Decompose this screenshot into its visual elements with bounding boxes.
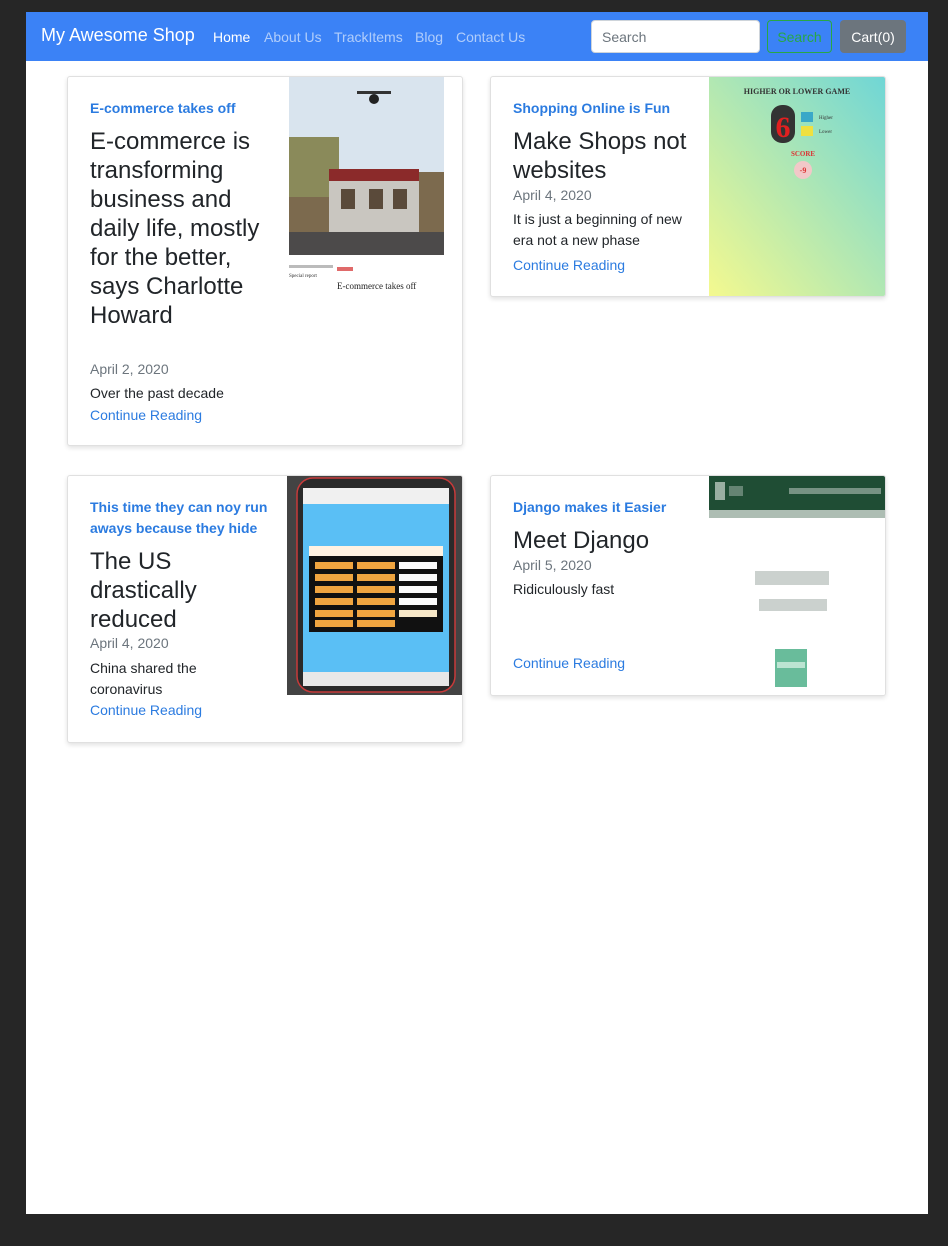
- nav-about-us[interactable]: About Us: [264, 29, 322, 45]
- post-title: E-commerce is transforming business and …: [90, 128, 260, 329]
- post-thumbnail: [709, 476, 885, 695]
- game-score: -9: [800, 166, 807, 175]
- post-excerpt: It is just a beginning of new era not a …: [513, 211, 682, 248]
- post-category: This time they can noy run aways because…: [90, 499, 268, 536]
- nav-home[interactable]: Home: [213, 29, 250, 45]
- game-digit: 6: [776, 111, 791, 144]
- post-card: This time they can noy run aways because…: [67, 475, 463, 743]
- post-title: The US drastically reduced: [90, 548, 197, 633]
- post-thumbnail: HIGHER OR LOWER GAME 6 Higher Lower SCOR…: [709, 77, 885, 296]
- post-date: April 2, 2020: [90, 361, 169, 377]
- post-excerpt: Over the past decade: [90, 385, 224, 401]
- game-lower-label: Lower: [819, 130, 832, 135]
- brand-logo[interactable]: My Awesome Shop: [41, 25, 195, 46]
- game-higher-label: Higher: [819, 116, 833, 121]
- search-button[interactable]: Search: [767, 20, 832, 53]
- post-date: April 5, 2020: [513, 557, 592, 573]
- post-excerpt: Ridiculously fast: [513, 581, 615, 597]
- thumbnail-caption: E-commerce takes off: [337, 281, 416, 291]
- post-date: April 4, 2020: [90, 635, 169, 651]
- game-score-label: SCORE: [791, 150, 815, 158]
- post-date: April 4, 2020: [513, 187, 592, 203]
- post-category: Shopping Online is Fun: [513, 100, 671, 116]
- post-category: Django makes it Easier: [513, 499, 667, 515]
- cart-button[interactable]: Cart(0): [840, 20, 906, 53]
- post-card: Shopping Online is Fun Make Shops not we…: [490, 76, 886, 297]
- search-input[interactable]: [591, 20, 760, 53]
- nav-trackitems[interactable]: TrackItems: [334, 29, 403, 45]
- svg-text:Special report: Special report: [289, 274, 318, 279]
- post-card: E-commerce takes off E-commerce is trans…: [67, 76, 463, 446]
- post-thumbnail: [287, 476, 462, 695]
- nav-blog[interactable]: Blog: [415, 29, 443, 45]
- navbar: My Awesome Shop Home About Us TrackItems…: [26, 12, 928, 61]
- post-excerpt: China shared the coronavirus: [90, 660, 197, 697]
- page: My Awesome Shop Home About Us TrackItems…: [26, 12, 928, 1214]
- continue-reading-link[interactable]: Continue Reading: [90, 700, 202, 720]
- continue-reading-link[interactable]: Continue Reading: [513, 255, 625, 275]
- post-title: Make Shops not websites: [513, 128, 687, 184]
- post-card: Django makes it Easier Meet Django April…: [490, 475, 886, 696]
- game-title: HIGHER OR LOWER GAME: [744, 87, 850, 96]
- post-title: Meet Django: [513, 527, 650, 554]
- post-category: E-commerce takes off: [90, 100, 236, 116]
- continue-reading-link[interactable]: Continue Reading: [513, 653, 625, 673]
- post-thumbnail: Special report E-commerce takes off: [289, 77, 444, 302]
- continue-reading-link[interactable]: Continue Reading: [90, 405, 202, 425]
- nav-contact-us[interactable]: Contact Us: [456, 29, 525, 45]
